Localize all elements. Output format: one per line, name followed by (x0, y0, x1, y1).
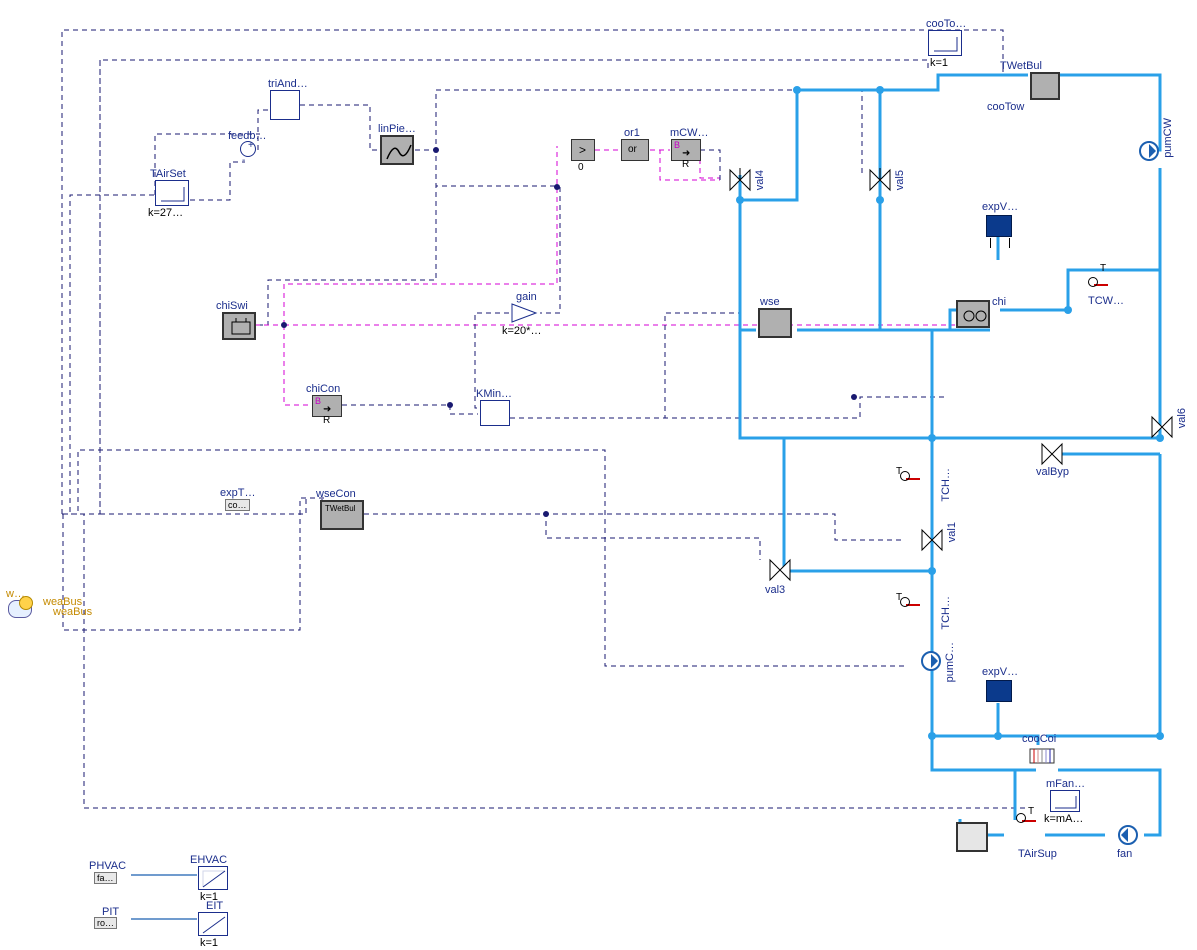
greater-zero-block[interactable]: > (571, 139, 595, 161)
pumc-label: pumC… (944, 642, 956, 682)
tch1-label: TCH… (940, 468, 952, 502)
wse-label: wse (760, 296, 780, 308)
cooto-block[interactable] (928, 30, 962, 56)
val3-block[interactable] (768, 558, 792, 582)
mcw-label: mCW… (670, 127, 709, 139)
gain-label: gain (516, 291, 537, 303)
feedback-label: feedb… (228, 130, 267, 142)
mfan-label: mFan… (1046, 778, 1085, 790)
twetbul-top-label: TWetBul (1000, 60, 1042, 72)
gain-k-label: k=20*… (502, 325, 541, 337)
ehvac-label: EHVAC (190, 854, 227, 866)
tcw-label: TCW… (1088, 295, 1124, 307)
tairsup-sensor (1022, 820, 1036, 822)
pit-chip: ro… (94, 917, 117, 929)
coocoi-block[interactable] (1028, 745, 1056, 767)
tairset-block[interactable] (155, 180, 189, 206)
val1-label: val1 (946, 522, 958, 542)
val6-block[interactable] (1150, 415, 1174, 439)
eit-label: EIT (206, 900, 223, 912)
expv-bot-label: expV… (982, 666, 1018, 678)
kmin-label: KMin… (476, 388, 512, 400)
cootow-label: cooTow (987, 101, 1024, 113)
greater-zero-label: 0 (578, 162, 584, 173)
mfan-block[interactable] (1050, 790, 1080, 812)
tairset-label: TAirSet (150, 168, 186, 180)
chi-block[interactable] (956, 300, 990, 328)
wires-layer (0, 0, 1197, 950)
val4-label: val4 (754, 170, 766, 190)
chi-label: chi (992, 296, 1006, 308)
chiswi-block[interactable] (222, 312, 256, 340)
valbyp-label: valByp (1036, 466, 1069, 478)
or1-label: or1 (624, 127, 640, 139)
ehvac-block[interactable] (198, 866, 228, 890)
phvac-chip: fa… (94, 872, 117, 884)
or1-block[interactable]: or (621, 139, 649, 161)
wse-block[interactable] (758, 308, 792, 338)
val5-block[interactable] (868, 168, 892, 192)
eit-k-label: k=1 (200, 937, 218, 949)
val6-label: val6 (1176, 408, 1188, 428)
val5-label: val5 (894, 170, 906, 190)
linpie-label: linPie… (378, 123, 416, 135)
cooto-label: cooTo… (926, 18, 966, 30)
chicon-block[interactable]: B ➜ R (312, 395, 342, 417)
triand-block[interactable] (270, 90, 300, 120)
expv-top-label: expV… (982, 201, 1018, 213)
expv-bot-block[interactable] (986, 680, 1012, 702)
valbyp-block[interactable] (1040, 442, 1064, 466)
expv-top-block[interactable] (986, 215, 1012, 237)
cootow-block[interactable] (1030, 72, 1060, 100)
pumc-block[interactable] (920, 650, 942, 672)
cooto-k-label: k=1 (930, 57, 948, 69)
gain-block[interactable] (510, 302, 540, 324)
chicon-label: chiCon (306, 383, 340, 395)
tairset-k-label: k=27… (148, 207, 183, 219)
tairsup-label: TAirSup (1018, 848, 1057, 860)
val4-block[interactable] (728, 168, 752, 192)
kmin-block[interactable] (480, 400, 510, 426)
tch2-label: TCH… (940, 596, 952, 630)
linpie-block[interactable] (380, 135, 414, 165)
pumcw-label: pumCW (1162, 118, 1174, 158)
triand-label: triAnd… (268, 78, 308, 90)
weather-label: w… (6, 588, 25, 600)
tch-sensor-2 (906, 604, 920, 606)
coocoi-label: cooCoi (1022, 733, 1056, 745)
room-block[interactable] (956, 822, 988, 852)
chiswi-label: chiSwi (216, 300, 248, 312)
weather-icon (8, 600, 32, 618)
mcw-block[interactable]: B ➜ R (671, 139, 701, 161)
val3-label: val3 (765, 584, 785, 596)
fan-label: fan (1117, 848, 1132, 860)
val1-block[interactable] (920, 528, 944, 552)
diagram-canvas: w… weaBus weaBus + - feedb… triAnd… TAir… (0, 0, 1197, 950)
weabus-2-label: weaBus (53, 606, 92, 618)
pumcw-block[interactable] (1138, 140, 1160, 162)
expt-chip: co… (225, 499, 250, 511)
expt-label: expT… (220, 487, 255, 499)
wsecon-label: wseCon (316, 488, 356, 500)
tcw-sensor (1094, 284, 1108, 286)
fan-block[interactable] (1117, 824, 1139, 846)
phvac-label: PHVAC (89, 860, 126, 872)
tch-sensor-1 (906, 478, 920, 480)
eit-block[interactable] (198, 912, 228, 936)
mfan-k-label: k=mA… (1044, 813, 1083, 825)
wsecon-block[interactable]: TWetBul (320, 500, 364, 530)
